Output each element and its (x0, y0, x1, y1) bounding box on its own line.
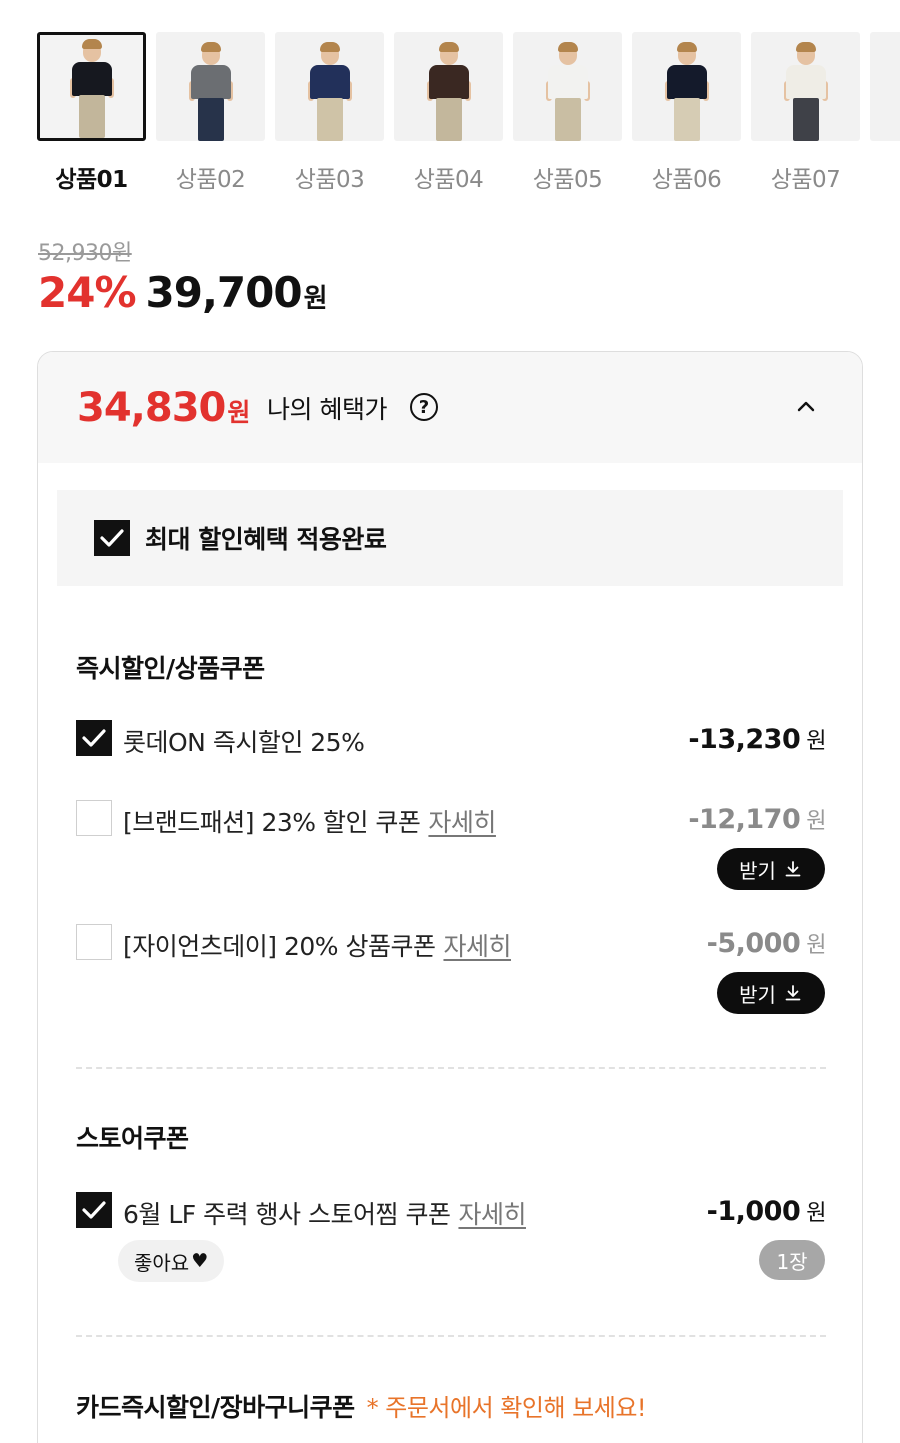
like-chip-label: 좋아요 (134, 1250, 190, 1275)
sale-price: 39,700 (145, 268, 303, 317)
coupon-item: 6월 LF 주력 행사 스토어찜 쿠폰 자세히 -1,000 원 (76, 1192, 826, 1232)
coupon-amount-value: -13,230 (688, 724, 801, 755)
coupon-detail-link[interactable]: 자세히 (443, 932, 511, 961)
coupon-amount-unit: 원 (806, 809, 826, 834)
benefit-card: 34,830 원 나의 혜택가 ? 최대 할인혜택 적용완료 즉시할인/상품쿠폰… (37, 351, 863, 1443)
coupon-name-text: [자이언츠데이] 20% 상품쿠폰 (123, 932, 436, 961)
product-thumbnail[interactable]: 상품01 (37, 32, 146, 194)
coupon-amount-value: -12,170 (688, 804, 801, 835)
coupon-amount-value: -1,000 (706, 1196, 801, 1227)
coupon-detail-link[interactable]: 자세히 (458, 1200, 526, 1229)
coupon-detail-link[interactable]: 자세히 (428, 808, 496, 837)
coupon-item: [브랜드패션] 23% 할인 쿠폰 자세히 -12,170 원 (76, 800, 826, 840)
benefit-label: 나의 혜택가 (267, 395, 387, 424)
product-thumbnail[interactable]: 상품04 (394, 32, 503, 194)
download-icon (785, 985, 801, 1001)
coupon-amount-unit: 원 (806, 933, 826, 958)
max-discount-checkbox[interactable] (94, 520, 130, 556)
model-figure (307, 41, 352, 141)
product-thumbnail[interactable]: 상품05 (513, 32, 622, 194)
model-figure (69, 38, 114, 138)
product-image (632, 32, 741, 141)
product-thumbnail[interactable]: 상품03 (275, 32, 384, 194)
coupon-name-text: [브랜드패션] 23% 할인 쿠폰 (123, 808, 421, 837)
download-icon (785, 861, 801, 877)
product-thumbnail-label: 상품02 (175, 167, 246, 193)
product-thumbnail-label: 상품06 (651, 167, 722, 193)
product-image (513, 32, 622, 141)
product-image (37, 32, 146, 141)
original-price: 52,930원 (38, 241, 132, 266)
section-title-card: 카드즉시할인/장바구니쿠폰 * 주문서에서 확인해 보세요! (76, 1388, 647, 1424)
coupon-name: [자이언츠데이] 20% 상품쿠폰 자세히 (123, 927, 511, 963)
product-thumbnail-strip: 상품01 상품02 상품03 상품04 상품05 상품06 상품07 상 (37, 32, 900, 202)
product-image (275, 32, 384, 141)
get-coupon-button[interactable]: 받기 (717, 972, 825, 1014)
benefit-price-unit: 원 (227, 398, 251, 427)
coupon-name-text: 6월 LF 주력 행사 스토어찜 쿠폰 (123, 1200, 451, 1229)
benefit-price: 34,830 원 (77, 385, 250, 431)
section-divider (76, 1335, 826, 1337)
chevron-up-icon[interactable] (795, 395, 817, 417)
product-thumbnail-label: 상 (870, 160, 900, 194)
product-thumbnail[interactable]: 상 (870, 32, 900, 194)
model-figure (664, 41, 709, 141)
product-image (156, 32, 265, 141)
coupon-name: 6월 LF 주력 행사 스토어찜 쿠폰 자세히 (123, 1195, 526, 1231)
coupon-amount-unit: 원 (806, 1201, 826, 1226)
product-thumbnail-label: 상품01 (55, 167, 128, 193)
model-figure (545, 41, 590, 141)
order-sheet-notice: * 주문서에서 확인해 보세요! (366, 1394, 647, 1422)
check-icon (82, 1201, 106, 1219)
product-image (394, 32, 503, 141)
benefit-card-header[interactable]: 34,830 원 나의 혜택가 ? (38, 352, 862, 463)
heart-icon: ♥ (191, 1250, 209, 1272)
sale-price-unit: 원 (303, 284, 328, 314)
product-image (870, 32, 900, 141)
coupon-amount-unit: 원 (806, 729, 826, 754)
model-figure (783, 41, 828, 141)
max-discount-applied-box: 최대 할인혜택 적용완료 (57, 490, 843, 586)
section-title-card-text: 카드즉시할인/장바구니쿠폰 (76, 1393, 355, 1422)
coupon-checkbox[interactable] (76, 800, 112, 836)
product-thumbnail-label: 상품07 (770, 167, 841, 193)
like-chip: 좋아요 ♥ (118, 1240, 225, 1282)
check-icon (100, 529, 124, 547)
coupon-checkbox[interactable] (76, 1192, 112, 1228)
coupon-amount: -13,230 원 (688, 723, 826, 755)
coupon-amount: -12,170 원 (688, 803, 826, 835)
coupon-item: [자이언츠데이] 20% 상품쿠폰 자세히 -5,000 원 (76, 924, 826, 964)
coupon-amount: -1,000 원 (706, 1195, 827, 1227)
help-icon[interactable]: ? (410, 393, 438, 421)
section-title-store: 스토어쿠폰 (76, 1124, 189, 1153)
product-thumbnail-label: 상품05 (532, 167, 603, 193)
product-thumbnail[interactable]: 상품07 (751, 32, 860, 194)
product-thumbnail[interactable]: 상품02 (156, 32, 265, 194)
coupon-checkbox[interactable] (76, 720, 112, 756)
coupon-checkbox[interactable] (76, 924, 112, 960)
coupon-item: 롯데ON 즉시할인 25% -13,230 원 (76, 720, 826, 760)
product-thumbnail-label: 상품04 (413, 167, 484, 193)
get-coupon-label: 받기 (739, 982, 776, 1007)
coupon-name: 롯데ON 즉시할인 25% (123, 728, 365, 757)
max-discount-text: 최대 할인혜택 적용완료 (145, 525, 387, 554)
model-figure (426, 41, 471, 141)
coupon-quantity-badge: 1장 (759, 1240, 825, 1280)
product-image (751, 32, 860, 141)
benefit-price-value: 34,830 (77, 385, 226, 431)
discount-rate: 24% (38, 268, 137, 317)
product-thumbnail-label: 상품03 (294, 167, 365, 193)
coupon-amount: -5,000 원 (706, 927, 827, 959)
coupon-name: [브랜드패션] 23% 할인 쿠폰 자세히 (123, 803, 496, 839)
price-row: 24% 39,700 원 (38, 268, 328, 317)
check-icon (82, 729, 106, 747)
get-coupon-button[interactable]: 받기 (717, 848, 825, 890)
section-divider (76, 1067, 826, 1069)
product-thumbnail[interactable]: 상품06 (632, 32, 741, 194)
model-figure (188, 41, 233, 141)
coupon-amount-value: -5,000 (706, 928, 801, 959)
section-title-instant: 즉시할인/상품쿠폰 (76, 654, 265, 683)
get-coupon-label: 받기 (739, 858, 776, 883)
